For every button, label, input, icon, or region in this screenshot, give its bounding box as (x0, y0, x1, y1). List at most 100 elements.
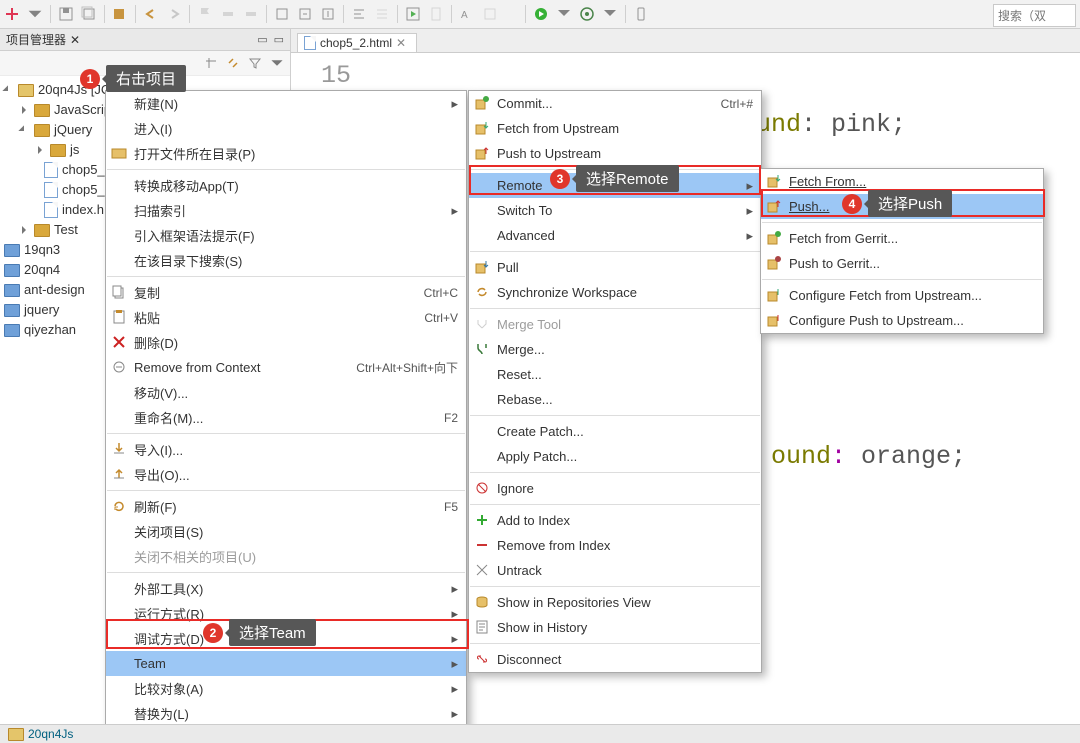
menu-close-project[interactable]: 关闭项目(S) (106, 519, 466, 544)
commit-icon (474, 95, 490, 111)
pull-icon (474, 259, 490, 275)
callout-1: 1右击项目 (80, 65, 186, 92)
close-icon[interactable]: ✕ (396, 36, 406, 50)
new-icon[interactable] (4, 6, 20, 22)
dropdown-icon[interactable] (27, 6, 43, 22)
refresh-icon (111, 498, 127, 514)
menu-fetch-gerrit[interactable]: Fetch from Gerrit... (761, 226, 1043, 251)
menu-rename[interactable]: 重命名(M)...F2 (106, 405, 466, 430)
prev-icon[interactable] (220, 6, 236, 22)
menu-compare[interactable]: 比较对象(A)▸ (106, 676, 466, 701)
add-icon (474, 512, 490, 528)
menu-refresh[interactable]: 刷新(F)F5 (106, 494, 466, 519)
menu-move[interactable]: 移动(V)... (106, 380, 466, 405)
menu-pull[interactable]: Pull (469, 255, 761, 280)
menu-commit[interactable]: Commit...Ctrl+# (469, 91, 761, 116)
menu-icon[interactable] (270, 56, 284, 70)
svg-text:A: A (461, 10, 468, 21)
menu-close-unrelated: 关闭不相关的项目(U) (106, 544, 466, 569)
menu-sync[interactable]: Synchronize Workspace (469, 280, 761, 305)
aa-icon[interactable]: A (459, 6, 475, 22)
editor-tab[interactable]: chop5_2.html ✕ (297, 33, 417, 52)
menu-open-location[interactable]: 打开文件所在目录(P) (106, 141, 466, 166)
link-icon[interactable] (226, 56, 240, 70)
menu-reset[interactable]: Reset... (469, 362, 761, 387)
debug-dd-icon[interactable] (602, 6, 618, 22)
menu-remove-index[interactable]: Remove from Index (469, 533, 761, 558)
close-icon[interactable]: ✕ (70, 33, 80, 47)
menu-search-here[interactable]: 在该目录下搜索(S) (106, 248, 466, 273)
align-icon[interactable] (351, 6, 367, 22)
menu-ext-tools[interactable]: 外部工具(X)▸ (106, 576, 466, 601)
box2-icon[interactable] (297, 6, 313, 22)
run-icon[interactable] (533, 6, 549, 22)
callout-2: 2选择Team (203, 619, 316, 646)
redo-icon[interactable] (166, 6, 182, 22)
restore-icon[interactable]: ▭ (274, 33, 284, 46)
menu-copy[interactable]: 复制Ctrl+C (106, 280, 466, 305)
copy-icon (111, 284, 127, 300)
menu-replace[interactable]: 替换为(L)▸ (106, 701, 466, 726)
collapse-icon[interactable] (204, 56, 218, 70)
menu-conf-fetch[interactable]: Configure Fetch from Upstream... (761, 283, 1043, 308)
filter-icon[interactable] (248, 56, 262, 70)
phone-icon[interactable] (633, 6, 649, 22)
callout-3: 3选择Remote (550, 165, 679, 192)
page-icon[interactable] (428, 6, 444, 22)
undo-icon[interactable] (143, 6, 159, 22)
conf-push-icon (766, 312, 782, 328)
menu-advanced[interactable]: Advanced▸ (469, 223, 761, 248)
debug-icon[interactable] (579, 6, 595, 22)
status-bar: 20qn4Js (0, 724, 1080, 743)
menu-into[interactable]: 进入(I) (106, 116, 466, 141)
menu-merge[interactable]: Merge... (469, 337, 761, 362)
save-icon[interactable] (58, 6, 74, 22)
menu-conf-push[interactable]: Configure Push to Upstream... (761, 308, 1043, 333)
history-icon (474, 619, 490, 635)
menu-new[interactable]: 新建(N)▸ (106, 91, 466, 116)
remove-icon (111, 359, 127, 375)
menu-export[interactable]: 导出(O)... (106, 462, 466, 487)
shiftl-icon[interactable] (374, 6, 390, 22)
box-icon[interactable] (274, 6, 290, 22)
gerrit-fetch-icon (766, 230, 782, 246)
menu-merge-tool: Merge Tool (469, 312, 761, 337)
menu-import-fw[interactable]: 引入框架语法提示(F) (106, 223, 466, 248)
menu-fetch-upstream[interactable]: Fetch from Upstream (469, 116, 761, 141)
flag-icon[interactable] (197, 6, 213, 22)
menu-delete[interactable]: 删除(D) (106, 330, 466, 355)
menu-add-index[interactable]: Add to Index (469, 508, 761, 533)
menu-ignore[interactable]: Ignore (469, 476, 761, 501)
menu-import[interactable]: 导入(I)... (106, 437, 466, 462)
fetch-icon (766, 173, 782, 189)
menu-untrack[interactable]: Untrack (469, 558, 761, 583)
next-icon[interactable] (243, 6, 259, 22)
menu-push-upstream[interactable]: Push to Upstream (469, 141, 761, 166)
fetch-icon (474, 120, 490, 136)
delete-icon (111, 334, 127, 350)
search-input[interactable]: 搜索（双 (993, 4, 1076, 27)
box3-icon[interactable] (320, 6, 336, 22)
repo-icon (474, 594, 490, 610)
menu-rebase[interactable]: Rebase... (469, 387, 761, 412)
wizard-icon[interactable] (112, 6, 128, 22)
menu-scan[interactable]: 扫描索引▸ (106, 198, 466, 223)
play-icon[interactable] (405, 6, 421, 22)
menu-create-patch[interactable]: Create Patch... (469, 419, 761, 444)
import-icon (111, 441, 127, 457)
menu-show-repo[interactable]: Show in Repositories View (469, 590, 761, 615)
minimize-icon[interactable]: ▭ (257, 33, 267, 46)
menu-switch[interactable]: Switch To▸ (469, 198, 761, 223)
conf-fetch-icon (766, 287, 782, 303)
tool-icon[interactable] (482, 6, 498, 22)
menu-apply-patch[interactable]: Apply Patch... (469, 444, 761, 469)
menu-remove-context[interactable]: Remove from ContextCtrl+Alt+Shift+向下 (106, 355, 466, 380)
menu-disconnect[interactable]: Disconnect (469, 647, 761, 672)
menu-push-gerrit[interactable]: Push to Gerrit... (761, 251, 1043, 276)
menu-paste[interactable]: 粘贴Ctrl+V (106, 305, 466, 330)
menu-show-history[interactable]: Show in History (469, 615, 761, 640)
run-dd-icon[interactable] (556, 6, 572, 22)
saveall-icon[interactable] (81, 6, 97, 22)
menu-convert[interactable]: 转换成移动App(T) (106, 173, 466, 198)
menu-team[interactable]: Team▸ (106, 651, 466, 676)
